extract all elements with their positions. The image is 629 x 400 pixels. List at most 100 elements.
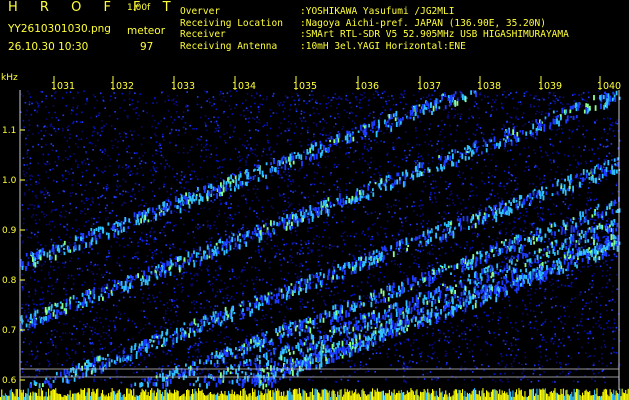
noise-speck [271, 247, 273, 250]
noise-speck [123, 131, 125, 134]
noise-speck [569, 204, 571, 206]
noise-speck [385, 227, 387, 230]
noise-speck [522, 299, 524, 302]
noise-speck [551, 143, 553, 146]
noise-speck [456, 325, 459, 327]
noise-speck [243, 285, 246, 287]
noise-speck [48, 360, 50, 363]
noise-speck [313, 112, 315, 115]
noise-speck [451, 326, 453, 329]
noise-speck [413, 262, 415, 264]
noise-speck [477, 336, 480, 338]
noise-speck [41, 100, 43, 103]
noise-speck [323, 221, 325, 224]
noise-speck [564, 203, 567, 206]
noise-speck [362, 352, 364, 355]
noise-speck [135, 326, 137, 328]
noise-speck [23, 374, 25, 376]
noise-speck [527, 265, 530, 268]
noise-speck [323, 119, 326, 122]
noise-speck [571, 298, 573, 300]
noise-speck [112, 304, 115, 307]
noise-speck [229, 90, 231, 92]
noise-speck [170, 193, 172, 196]
noise-speck [185, 180, 187, 183]
noise-speck [349, 235, 352, 237]
noise-speck [76, 105, 79, 107]
noise-speck [602, 333, 604, 336]
noise-speck [595, 198, 598, 200]
noise-speck [303, 100, 305, 102]
noise-speck [341, 140, 344, 142]
noise-speck [209, 381, 212, 384]
noise-speck [399, 96, 401, 99]
noise-speck [554, 305, 557, 307]
noise-speck [97, 303, 100, 305]
noise-speck [540, 207, 542, 209]
noise-speck [133, 130, 135, 133]
noise-speck [445, 363, 448, 366]
noise-speck [162, 135, 164, 138]
noise-speck [592, 362, 595, 365]
noise-speck [161, 229, 163, 231]
noise-speck [238, 166, 241, 169]
noise-speck [210, 237, 213, 239]
noise-speck [491, 153, 494, 156]
noise-speck [305, 243, 307, 245]
noise-speck [163, 185, 165, 188]
noise-speck [80, 308, 82, 311]
noise-speck [294, 241, 296, 244]
noise-speck [34, 288, 36, 291]
noise-speck [28, 353, 31, 356]
noise-speck [303, 149, 305, 152]
noise-speck [219, 341, 222, 344]
noise-speck [595, 265, 598, 268]
noise-speck [588, 209, 590, 211]
noise-speck [237, 353, 240, 355]
noise-speck [369, 273, 371, 275]
noise-speck [362, 97, 364, 100]
noise-speck [114, 289, 116, 292]
noise-speck [251, 238, 253, 241]
noise-speck [359, 367, 362, 369]
noise-speck [587, 199, 589, 202]
noise-speck [154, 97, 156, 99]
noise-speck [120, 313, 122, 316]
noise-speck [37, 106, 39, 109]
noise-speck [312, 242, 314, 245]
noise-speck [307, 316, 310, 319]
noise-speck [131, 190, 134, 192]
noise-speck [170, 309, 172, 312]
noise-speck [411, 114, 414, 116]
noise-speck [218, 363, 221, 365]
noise-speck [88, 163, 90, 166]
noise-speck [263, 365, 266, 367]
noise-speck [326, 221, 328, 224]
noise-speck [489, 115, 492, 117]
noise-speck [429, 198, 432, 201]
noise-speck [45, 163, 47, 166]
noise-speck [91, 306, 94, 308]
noise-speck [283, 118, 285, 120]
noise-speck [216, 291, 219, 293]
noise-speck [45, 171, 47, 173]
noise-speck [226, 297, 228, 299]
noise-speck [85, 197, 88, 199]
noise-speck [503, 170, 506, 172]
noise-speck [419, 120, 422, 123]
noise-speck [352, 92, 354, 95]
noise-speck [487, 365, 490, 368]
noise-speck [439, 241, 441, 244]
noise-speck [206, 100, 208, 102]
noise-speck [205, 139, 208, 142]
noise-speck [477, 328, 480, 331]
noise-speck [401, 158, 404, 161]
noise-speck [540, 302, 543, 304]
noise-speck [238, 231, 240, 233]
noise-speck [558, 96, 561, 98]
noise-speck [246, 335, 248, 337]
noise-speck [289, 143, 292, 146]
noise-speck [187, 189, 190, 191]
noise-speck [240, 228, 243, 230]
noise-speck [320, 295, 323, 298]
